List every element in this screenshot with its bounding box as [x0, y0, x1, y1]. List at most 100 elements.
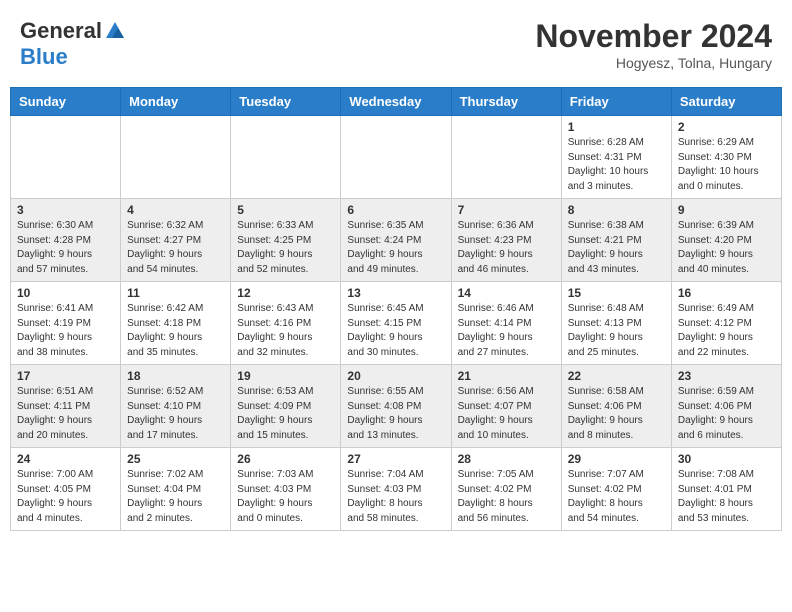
calendar-day-cell: 4 Sunrise: 6:32 AM Sunset: 4:27 PM Daylig… [121, 199, 231, 282]
calendar-day-cell: 25Sunrise: 7:02 AM Sunset: 4:04 PM Dayli… [121, 448, 231, 531]
calendar-day-cell: 14Sunrise: 6:46 AM Sunset: 4:14 PM Dayli… [451, 282, 561, 365]
day-number: 20 [347, 369, 444, 383]
day-number: 17 [17, 369, 114, 383]
day-number: 29 [568, 452, 665, 466]
calendar-day-cell: 23 Sunrise: 6:59 AM Sunset: 4:06 PM Dayli… [671, 365, 781, 448]
weekday-header: Monday [121, 88, 231, 116]
day-number: 2 [678, 120, 775, 134]
calendar-day-cell: 26 Sunrise: 7:03 AM Sunset: 4:03 PM Dayli… [231, 448, 341, 531]
day-number: 9 [678, 203, 775, 217]
day-info: Sunrise: 6:30 AM Sunset: 4:28 PM Dayligh… [17, 219, 114, 277]
day-info: Sunrise: 6:53 AM Sunset: 4:09 PM Dayligh… [237, 385, 334, 443]
calendar-day-cell: 6 Sunrise: 6:35 AM Sunset: 4:24 PM Daylig… [341, 199, 451, 282]
calendar-day-cell [231, 116, 341, 199]
month-title: November 2024 [535, 18, 772, 55]
weekday-header: Thursday [451, 88, 561, 116]
calendar-day-cell: 29 Sunrise: 7:07 AM Sunset: 4:02 PM Dayli… [561, 448, 671, 531]
day-number: 21 [458, 369, 555, 383]
day-info: Sunrise: 6:29 AM Sunset: 4:30 PM Dayligh… [678, 136, 775, 194]
calendar-day-cell: 30Sunrise: 7:08 AM Sunset: 4:01 PM Dayli… [671, 448, 781, 531]
day-info: Sunrise: 6:58 AM Sunset: 4:06 PM Dayligh… [568, 385, 665, 443]
calendar-day-cell [11, 116, 121, 199]
day-number: 19 [237, 369, 334, 383]
day-info: Sunrise: 6:33 AM Sunset: 4:25 PM Dayligh… [237, 219, 334, 277]
day-info: Sunrise: 6:45 AM Sunset: 4:15 PM Dayligh… [347, 302, 444, 360]
day-info: Sunrise: 6:56 AM Sunset: 4:07 PM Dayligh… [458, 385, 555, 443]
day-number: 23 [678, 369, 775, 383]
day-number: 4 [127, 203, 224, 217]
day-info: Sunrise: 6:51 AM Sunset: 4:11 PM Dayligh… [17, 385, 114, 443]
day-number: 14 [458, 286, 555, 300]
day-info: Sunrise: 6:42 AM Sunset: 4:18 PM Dayligh… [127, 302, 224, 360]
calendar-day-cell: 24Sunrise: 7:00 AM Sunset: 4:05 PM Dayli… [11, 448, 121, 531]
day-info: Sunrise: 7:07 AM Sunset: 4:02 PM Dayligh… [568, 468, 665, 526]
calendar-day-cell: 13 Sunrise: 6:45 AM Sunset: 4:15 PM Dayli… [341, 282, 451, 365]
day-number: 1 [568, 120, 665, 134]
calendar-week-row: 1 Sunrise: 6:28 AM Sunset: 4:31 PM Daylig… [11, 116, 782, 199]
calendar-day-cell: 21 Sunrise: 6:56 AM Sunset: 4:07 PM Dayli… [451, 365, 561, 448]
day-info: Sunrise: 6:41 AM Sunset: 4:19 PM Dayligh… [17, 302, 114, 360]
calendar-day-cell: 9Sunrise: 6:39 AM Sunset: 4:20 PM Daylig… [671, 199, 781, 282]
day-number: 12 [237, 286, 334, 300]
calendar-day-cell [451, 116, 561, 199]
calendar-day-cell: 2 Sunrise: 6:29 AM Sunset: 4:30 PM Daylig… [671, 116, 781, 199]
calendar-day-cell: 27Sunrise: 7:04 AM Sunset: 4:03 PM Dayli… [341, 448, 451, 531]
day-info: Sunrise: 7:05 AM Sunset: 4:02 PM Dayligh… [458, 468, 555, 526]
day-info: Sunrise: 6:43 AM Sunset: 4:16 PM Dayligh… [237, 302, 334, 360]
page-header: General Blue November 2024 Hogyesz, Toln… [10, 10, 782, 79]
calendar-day-cell: 16 Sunrise: 6:49 AM Sunset: 4:12 PM Dayli… [671, 282, 781, 365]
calendar-week-row: 3 Sunrise: 6:30 AM Sunset: 4:28 PM Daylig… [11, 199, 782, 282]
calendar-day-cell: 28 Sunrise: 7:05 AM Sunset: 4:02 PM Dayli… [451, 448, 561, 531]
day-info: Sunrise: 6:28 AM Sunset: 4:31 PM Dayligh… [568, 136, 665, 194]
calendar-day-cell: 5 Sunrise: 6:33 AM Sunset: 4:25 PM Daylig… [231, 199, 341, 282]
day-number: 11 [127, 286, 224, 300]
day-number: 3 [17, 203, 114, 217]
day-info: Sunrise: 6:49 AM Sunset: 4:12 PM Dayligh… [678, 302, 775, 360]
day-number: 13 [347, 286, 444, 300]
day-info: Sunrise: 6:59 AM Sunset: 4:06 PM Dayligh… [678, 385, 775, 443]
day-number: 5 [237, 203, 334, 217]
day-info: Sunrise: 7:03 AM Sunset: 4:03 PM Dayligh… [237, 468, 334, 526]
day-info: Sunrise: 6:32 AM Sunset: 4:27 PM Dayligh… [127, 219, 224, 277]
weekday-header: Wednesday [341, 88, 451, 116]
calendar-week-row: 10 Sunrise: 6:41 AM Sunset: 4:19 PM Dayli… [11, 282, 782, 365]
day-info: Sunrise: 6:48 AM Sunset: 4:13 PM Dayligh… [568, 302, 665, 360]
day-info: Sunrise: 6:52 AM Sunset: 4:10 PM Dayligh… [127, 385, 224, 443]
day-number: 26 [237, 452, 334, 466]
day-number: 6 [347, 203, 444, 217]
logo: General Blue [20, 18, 126, 70]
calendar-table: SundayMondayTuesdayWednesdayThursdayFrid… [10, 87, 782, 531]
calendar-day-cell: 22 Sunrise: 6:58 AM Sunset: 4:06 PM Dayli… [561, 365, 671, 448]
calendar-day-cell: 3 Sunrise: 6:30 AM Sunset: 4:28 PM Daylig… [11, 199, 121, 282]
calendar-week-row: 24Sunrise: 7:00 AM Sunset: 4:05 PM Dayli… [11, 448, 782, 531]
calendar-day-cell: 10 Sunrise: 6:41 AM Sunset: 4:19 PM Dayli… [11, 282, 121, 365]
weekday-header: Sunday [11, 88, 121, 116]
weekday-header: Tuesday [231, 88, 341, 116]
calendar-day-cell: 15Sunrise: 6:48 AM Sunset: 4:13 PM Dayli… [561, 282, 671, 365]
title-area: November 2024 Hogyesz, Tolna, Hungary [535, 18, 772, 71]
calendar-day-cell [121, 116, 231, 199]
calendar-day-cell: 1 Sunrise: 6:28 AM Sunset: 4:31 PM Daylig… [561, 116, 671, 199]
calendar-day-cell: 19 Sunrise: 6:53 AM Sunset: 4:09 PM Dayli… [231, 365, 341, 448]
calendar-day-cell [341, 116, 451, 199]
day-number: 22 [568, 369, 665, 383]
calendar-day-cell: 20 Sunrise: 6:55 AM Sunset: 4:08 PM Dayli… [341, 365, 451, 448]
day-number: 28 [458, 452, 555, 466]
day-info: Sunrise: 6:38 AM Sunset: 4:21 PM Dayligh… [568, 219, 665, 277]
calendar-week-row: 17 Sunrise: 6:51 AM Sunset: 4:11 PM Dayli… [11, 365, 782, 448]
day-info: Sunrise: 6:55 AM Sunset: 4:08 PM Dayligh… [347, 385, 444, 443]
calendar-header-row: SundayMondayTuesdayWednesdayThursdayFrid… [11, 88, 782, 116]
day-info: Sunrise: 7:02 AM Sunset: 4:04 PM Dayligh… [127, 468, 224, 526]
calendar-day-cell: 7Sunrise: 6:36 AM Sunset: 4:23 PM Daylig… [451, 199, 561, 282]
logo-general-text: General [20, 18, 102, 44]
calendar-day-cell: 11 Sunrise: 6:42 AM Sunset: 4:18 PM Dayli… [121, 282, 231, 365]
day-number: 16 [678, 286, 775, 300]
weekday-header: Friday [561, 88, 671, 116]
day-number: 8 [568, 203, 665, 217]
day-number: 7 [458, 203, 555, 217]
day-info: Sunrise: 7:08 AM Sunset: 4:01 PM Dayligh… [678, 468, 775, 526]
weekday-header: Saturday [671, 88, 781, 116]
day-number: 10 [17, 286, 114, 300]
day-info: Sunrise: 6:35 AM Sunset: 4:24 PM Dayligh… [347, 219, 444, 277]
day-number: 18 [127, 369, 224, 383]
